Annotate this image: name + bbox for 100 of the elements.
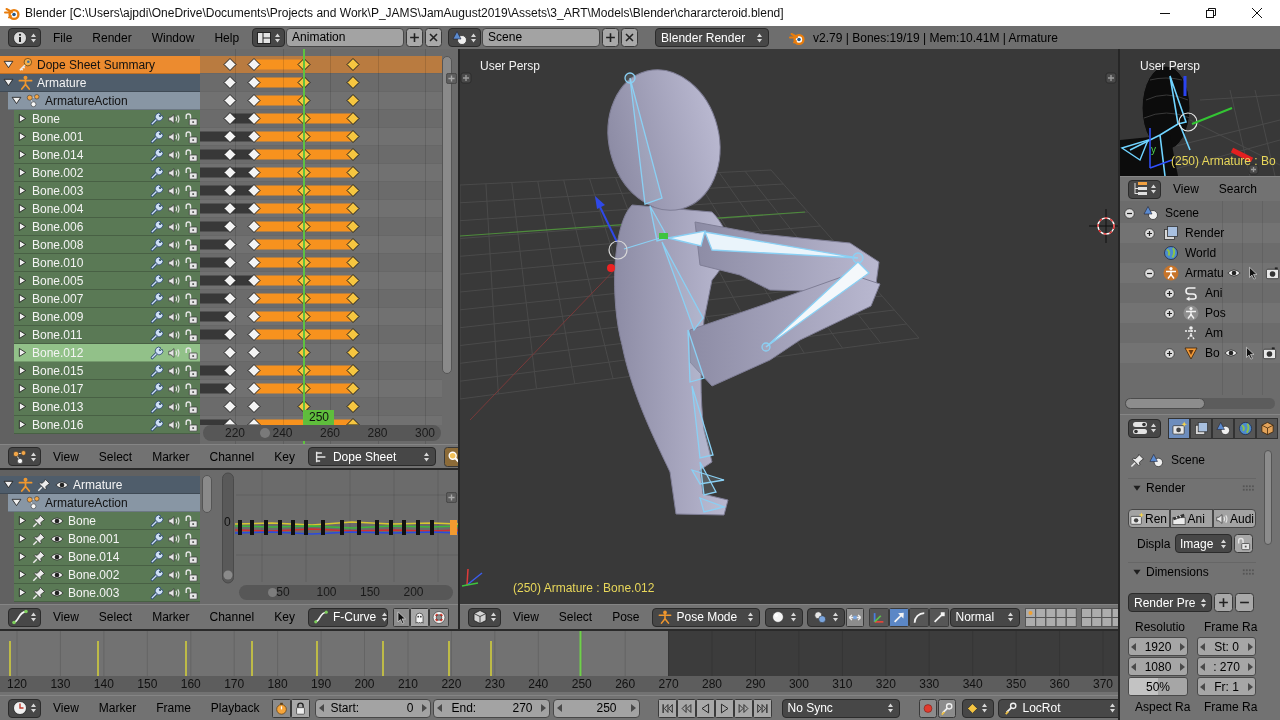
frame-ruler[interactable]: 220 240 260 280 300 — [203, 425, 441, 441]
keyframe-icon[interactable] — [346, 346, 360, 359]
cross-icon[interactable] — [621, 28, 639, 47]
keyframe-icon[interactable] — [223, 256, 237, 269]
wrench-icon[interactable] — [150, 399, 164, 414]
speaker-icon[interactable] — [167, 399, 181, 414]
keyframe-marker[interactable] — [340, 520, 344, 535]
wrench-icon[interactable] — [150, 183, 164, 198]
outliner-item[interactable]: Pos — [1204, 306, 1227, 320]
keyframe-icon[interactable] — [247, 58, 261, 71]
keyframe-icon[interactable] — [247, 166, 261, 179]
keyframe-icon[interactable] — [346, 148, 360, 161]
number-field[interactable]: : 270 — [1197, 657, 1256, 676]
number-field[interactable]: 1080 — [1128, 657, 1188, 676]
pin-icon[interactable] — [32, 567, 46, 582]
play-icon[interactable] — [714, 698, 734, 718]
lock-icon[interactable] — [184, 309, 198, 324]
menu-button[interactable]: Key — [264, 447, 305, 466]
speaker-icon[interactable] — [167, 531, 181, 546]
disclosure-triangle-icon[interactable] — [17, 274, 28, 287]
keyframe-icon[interactable] — [223, 382, 237, 395]
number-field[interactable]: St: 0 — [1197, 637, 1256, 656]
wrench-icon[interactable] — [150, 165, 164, 180]
menu-button[interactable]: View — [43, 447, 89, 466]
disclosure-triangle-icon[interactable] — [17, 202, 28, 215]
editor-type-button[interactable] — [1128, 418, 1161, 438]
speaker-icon[interactable] — [167, 129, 181, 144]
keyframe-icon[interactable] — [247, 76, 261, 89]
pin-icon[interactable] — [37, 477, 51, 492]
disclosure-triangle-icon[interactable] — [17, 514, 28, 527]
cursor-icon[interactable] — [1243, 346, 1257, 360]
speaker-icon[interactable] — [167, 255, 181, 270]
wrench-icon[interactable] — [150, 567, 164, 582]
menu-button[interactable]: Marker — [142, 447, 200, 466]
disclosure-triangle-icon[interactable] — [17, 382, 28, 395]
speaker-icon[interactable] — [167, 147, 181, 162]
disclosure-triangle-icon[interactable] — [3, 76, 14, 89]
next-keyframe-icon[interactable] — [733, 698, 753, 718]
menu-button[interactable]: Marker — [142, 608, 200, 626]
channel-row[interactable]: Bone.011 — [14, 326, 200, 344]
disclosure-triangle-icon[interactable] — [17, 220, 28, 233]
layer-toggle[interactable] — [1080, 616, 1092, 627]
wrench-icon[interactable] — [150, 111, 164, 126]
expand-toggle-icon[interactable] — [1164, 347, 1175, 359]
disclosure-triangle-icon[interactable] — [3, 478, 14, 491]
layer-toggle[interactable] — [1111, 616, 1118, 627]
menu-button[interactable]: Render — [82, 28, 142, 47]
properties-tab[interactable] — [1256, 417, 1278, 439]
menu-button[interactable]: Playback — [200, 699, 270, 717]
vertical-scrollbar[interactable] — [1264, 450, 1272, 545]
previous-keyframe-icon[interactable] — [676, 698, 696, 718]
keyframe-icon[interactable] — [346, 274, 360, 287]
editor-type-button[interactable] — [8, 28, 41, 47]
properties-tab[interactable] — [1190, 417, 1212, 439]
number-field[interactable]: 1920 — [1128, 637, 1188, 656]
lock-icon[interactable] — [290, 698, 310, 718]
sync-dropdown[interactable]: No Sync — [781, 698, 900, 718]
key-icon[interactable] — [937, 698, 956, 718]
wrench-icon[interactable] — [150, 417, 164, 432]
keyframe-icon[interactable] — [247, 148, 261, 161]
wrench-icon[interactable] — [150, 201, 164, 216]
properties-tab[interactable] — [1168, 417, 1190, 439]
lock-icon[interactable] — [184, 147, 198, 162]
channel-row[interactable]: Bone.001 — [14, 128, 200, 146]
decrement-arrow-icon[interactable] — [556, 704, 562, 712]
jump-to-end-icon[interactable] — [752, 698, 772, 718]
keyframe-marker[interactable] — [450, 520, 457, 535]
keyframe-icon[interactable] — [346, 130, 360, 143]
lock-icon[interactable] — [1234, 534, 1253, 553]
menu-button[interactable]: Key — [264, 608, 305, 626]
render-button[interactable]: Ren — [1128, 509, 1171, 528]
menu-button[interactable]: Select — [88, 447, 143, 466]
keyframe-icon[interactable] — [247, 238, 261, 251]
keyframe-icon[interactable] — [223, 202, 237, 215]
keyframe-icon[interactable] — [346, 238, 360, 251]
f-curve-line[interactable] — [234, 521, 458, 526]
lock-icon[interactable] — [184, 219, 198, 234]
keyframe-icon[interactable] — [223, 346, 237, 359]
speaker-icon[interactable] — [167, 513, 181, 528]
outliner-item[interactable]: Render — [1184, 226, 1226, 240]
keyframe-icon[interactable] — [346, 112, 360, 125]
keyframe-icon[interactable] — [346, 310, 360, 323]
increment-arrow-icon[interactable] — [421, 704, 427, 712]
audio-button[interactable]: Audi — [1212, 509, 1256, 528]
wrench-icon[interactable] — [150, 585, 164, 600]
pin-icon[interactable] — [32, 531, 46, 546]
layer-toggle[interactable] — [1034, 616, 1046, 627]
lock-icon[interactable] — [184, 531, 198, 546]
outliner-item[interactable]: Am — [1204, 326, 1224, 340]
plus-icon[interactable] — [446, 73, 457, 84]
speaker-icon[interactable] — [167, 567, 181, 582]
render-engine-dropdown[interactable]: Blender Render — [655, 28, 770, 47]
keyframe-icon[interactable] — [223, 238, 237, 251]
keyframe-marker[interactable] — [402, 520, 406, 535]
decrement-arrow-icon[interactable] — [1200, 662, 1205, 671]
keyframe-icon[interactable] — [223, 184, 237, 197]
editor-type-button[interactable] — [468, 607, 501, 627]
channel-row[interactable]: Bone.016 — [14, 416, 200, 434]
panel-header[interactable]: Render — [1128, 479, 1256, 497]
lock-icon[interactable] — [184, 129, 198, 144]
